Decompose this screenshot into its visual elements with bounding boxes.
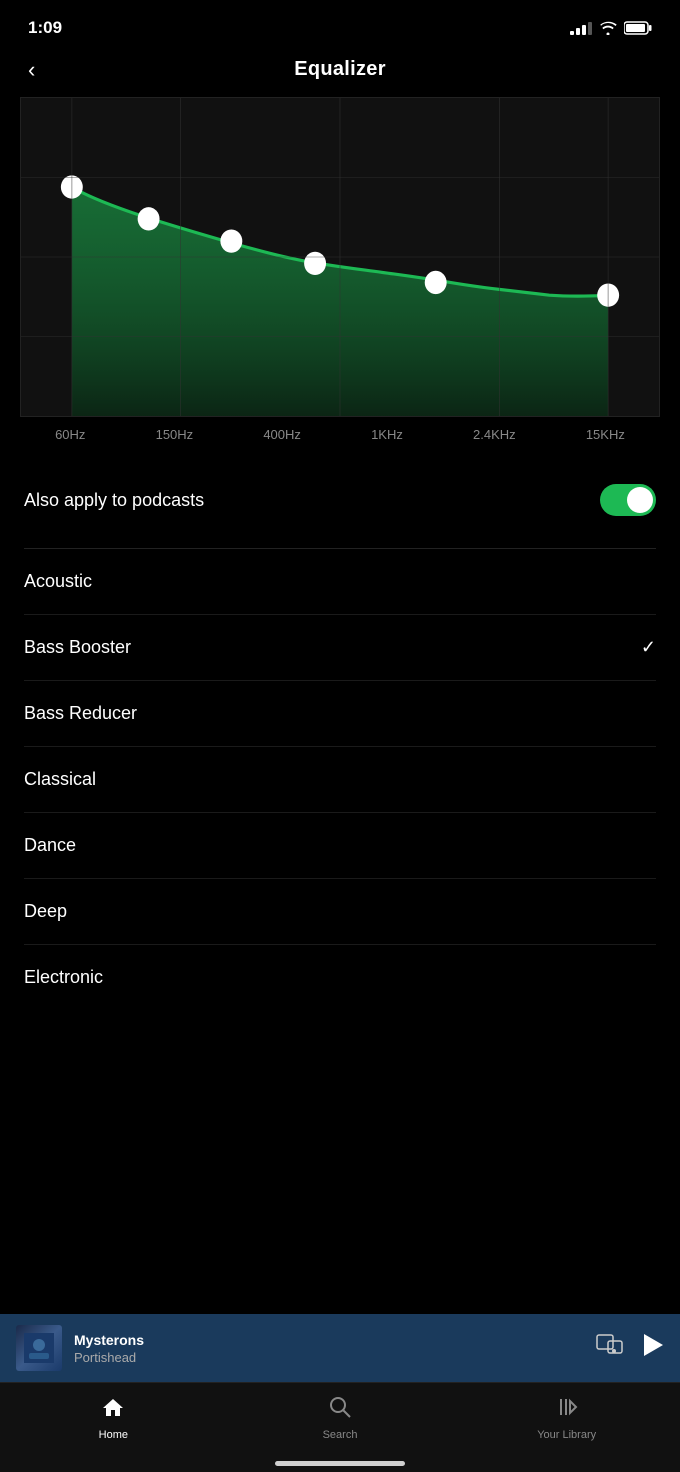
battery-icon (624, 21, 652, 35)
eq-curve[interactable] (21, 98, 659, 416)
preset-name-bass-booster: Bass Booster (24, 637, 131, 658)
device-connect-icon[interactable] (596, 1333, 624, 1363)
podcast-toggle-row: Also apply to podcasts (24, 472, 656, 528)
freq-label-4: 1KHz (371, 427, 403, 442)
preset-name-deep: Deep (24, 901, 67, 922)
tab-search-label: Search (323, 1429, 358, 1441)
eq-handle-5 (425, 271, 447, 294)
home-icon (101, 1396, 125, 1424)
eq-frequency-labels: 60Hz 150Hz 400Hz 1KHz 2.4KHz 15KHz (0, 417, 680, 452)
back-button[interactable]: ‹ (20, 53, 43, 87)
preset-item-electronic[interactable]: Electronic (24, 944, 656, 1010)
signal-icon (570, 21, 592, 35)
eq-handle-4 (304, 252, 326, 275)
freq-label-3: 400Hz (263, 427, 301, 442)
tab-library-label: Your Library (537, 1429, 596, 1441)
track-artist: Portishead (74, 1350, 596, 1365)
preset-item-acoustic[interactable]: Acoustic (24, 549, 656, 614)
preset-name-electronic: Electronic (24, 967, 103, 988)
wifi-icon (599, 21, 617, 35)
toggle-knob (627, 487, 653, 513)
freq-label-6: 15KHz (586, 427, 625, 442)
art-placeholder-icon (24, 1333, 54, 1363)
preset-name-acoustic: Acoustic (24, 571, 92, 592)
preset-name-bass-reducer: Bass Reducer (24, 703, 137, 724)
freq-label-1: 60Hz (55, 427, 85, 442)
status-bar: 1:09 (0, 0, 680, 50)
podcast-toggle-label: Also apply to podcasts (24, 490, 204, 511)
home-indicator (275, 1461, 405, 1466)
play-button[interactable] (642, 1333, 664, 1363)
freq-label-5: 2.4KHz (473, 427, 516, 442)
tab-search[interactable]: Search (227, 1383, 454, 1472)
preset-item-bass-reducer[interactable]: Bass Reducer (24, 680, 656, 746)
preset-item-deep[interactable]: Deep (24, 878, 656, 944)
settings-section: Also apply to podcasts (0, 452, 680, 548)
freq-label-2: 150Hz (156, 427, 194, 442)
now-playing-controls (596, 1333, 664, 1363)
search-icon (329, 1396, 351, 1424)
tab-library[interactable]: Your Library (453, 1383, 680, 1472)
page-title: Equalizer (294, 58, 386, 81)
now-playing-bar[interactable]: Mysterons Portishead (0, 1314, 680, 1382)
podcast-toggle-switch[interactable] (600, 484, 656, 516)
track-name: Mysterons (74, 1332, 596, 1348)
track-info: Mysterons Portishead (74, 1332, 596, 1365)
status-time: 1:09 (28, 18, 62, 38)
tab-home-label: Home (99, 1429, 128, 1441)
checkmark-icon: ✓ (641, 637, 656, 658)
preset-item-dance[interactable]: Dance (24, 812, 656, 878)
track-artwork (16, 1325, 62, 1371)
track-art-image (16, 1325, 62, 1371)
preset-name-dance: Dance (24, 835, 76, 856)
header: ‹ Equalizer (0, 50, 680, 97)
preset-item-classical[interactable]: Classical (24, 746, 656, 812)
library-icon (556, 1396, 578, 1424)
eq-graph[interactable] (20, 97, 660, 417)
preset-list: Acoustic Bass Booster ✓ Bass Reducer Cla… (0, 549, 680, 1010)
preset-item-bass-booster[interactable]: Bass Booster ✓ (24, 614, 656, 680)
eq-handle-3 (220, 229, 242, 252)
preset-name-classical: Classical (24, 769, 96, 790)
tab-bar: Home Search Your Library (0, 1382, 680, 1472)
tab-home[interactable]: Home (0, 1383, 227, 1472)
status-icons (570, 21, 652, 35)
eq-handle-2 (138, 207, 160, 230)
